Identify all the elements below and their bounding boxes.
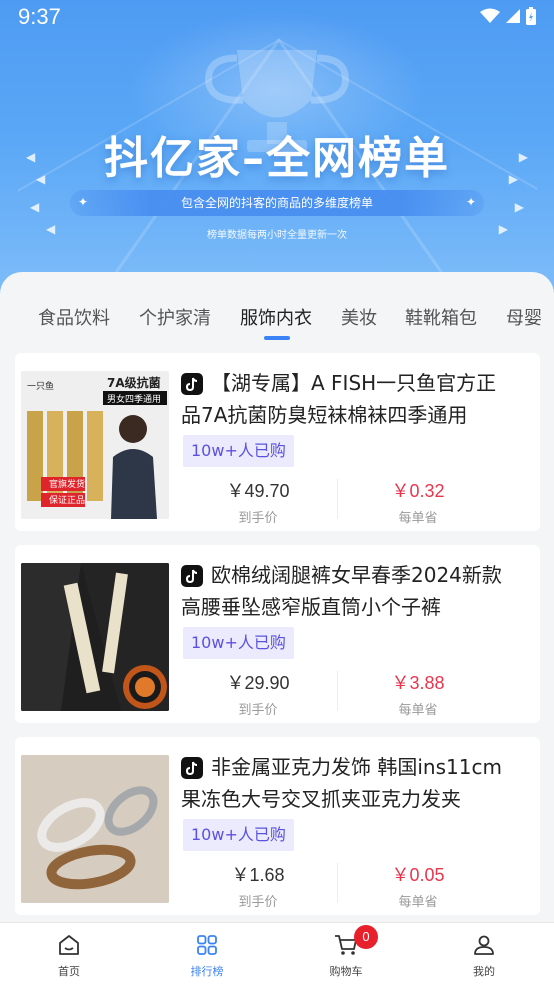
final-price: ￥1.68 到手价 bbox=[178, 861, 338, 910]
thumb-headline: 7A级抗菌 bbox=[107, 375, 161, 390]
final-price-value: ￥1.68 bbox=[231, 865, 285, 885]
tab-maternal-baby[interactable]: 母婴 bbox=[506, 304, 542, 330]
active-tab-indicator bbox=[264, 336, 290, 340]
banner-subtitle: 包含全网的抖客的商品的多维度榜单 bbox=[70, 190, 484, 216]
thumb-subline: 男女四季通用 bbox=[107, 393, 161, 405]
nav-home[interactable]: 首页 bbox=[29, 931, 109, 979]
final-price: ￥29.90 到手价 bbox=[178, 669, 338, 718]
nav-ranking-label: 排行榜 bbox=[190, 965, 224, 978]
product-title: 【湖专属】A FISH一只鱼官方正品7A抗菌防臭短袜棉袜四季通用 bbox=[181, 371, 497, 427]
status-bar: 9:37 bbox=[0, 0, 554, 36]
signal-icon bbox=[506, 9, 520, 23]
thumb-logo: 一只鱼 bbox=[27, 380, 54, 392]
wifi-icon bbox=[480, 8, 500, 23]
save-price-label: 每单省 bbox=[398, 511, 438, 526]
sparkle-icon: ✦ bbox=[78, 195, 89, 209]
sales-badge: 10w+人已购 bbox=[183, 627, 294, 659]
nav-cart-label: 购物车 bbox=[329, 965, 363, 978]
tiktok-icon bbox=[181, 373, 203, 395]
product-card[interactable]: 非金属亚克力发饰 韩国ins11cm果冻色大号交叉抓夹亚克力发夹 10w+人已购… bbox=[15, 737, 540, 915]
tab-personal-care[interactable]: 个护家清 bbox=[139, 304, 211, 330]
nav-home-label: 首页 bbox=[58, 965, 80, 978]
final-price-value: ￥49.70 bbox=[226, 481, 290, 501]
deco-triangle-icon: ▶ bbox=[518, 150, 528, 164]
product-title-row: 【湖专属】A FISH一只鱼官方正品7A抗菌防臭短袜棉袜四季通用 bbox=[181, 367, 511, 431]
bottom-nav: 首页 排行榜 0 购物车 我的 bbox=[0, 922, 554, 984]
save-price: ￥3.88 每单省 bbox=[338, 669, 498, 718]
status-icons bbox=[480, 7, 536, 25]
grid-icon bbox=[197, 935, 217, 955]
thumb-badge-2: 保证正品 bbox=[49, 494, 85, 506]
tab-food-drinks[interactable]: 食品饮料 bbox=[38, 304, 110, 330]
product-title: 欧棉绒阔腿裤女早春季2024新款高腰垂坠感窄版直筒小个子裤 bbox=[181, 563, 502, 619]
save-price-value: ￥0.05 bbox=[391, 865, 445, 885]
content-panel: 食品饮料 个护家清 服饰内衣 美妆 鞋靴箱包 母婴 官旗发货 保证正品 7A级抗… bbox=[0, 272, 554, 922]
tab-apparel[interactable]: 服饰内衣 bbox=[240, 304, 312, 330]
product-title: 非金属亚克力发饰 韩国ins11cm果冻色大号交叉抓夹亚克力发夹 bbox=[181, 755, 502, 811]
product-card[interactable]: 欧棉绒阔腿裤女早春季2024新款高腰垂坠感窄版直筒小个子裤 10w+人已购 ￥2… bbox=[15, 545, 540, 723]
header-banner: 9:37 抖亿家–全网榜单 ◀ ◀ ◀ ◀ ▶ ▶ ▶ ▶ 包含全网的抖客的商品… bbox=[0, 0, 554, 300]
save-price: ￥0.05 每单省 bbox=[338, 861, 498, 910]
banner-update-note: 榜单数据每两小时全量更新一次 bbox=[207, 230, 347, 241]
user-icon bbox=[474, 935, 494, 955]
sales-badge: 10w+人已购 bbox=[183, 819, 294, 851]
category-tabs: 食品饮料 个护家清 服饰内衣 美妆 鞋靴箱包 母婴 bbox=[0, 272, 554, 352]
battery-icon bbox=[526, 7, 536, 25]
product-image-art: 官旗发货 保证正品 7A级抗菌 男女四季通用 一只鱼 bbox=[21, 371, 169, 519]
save-price-value: ￥3.88 bbox=[391, 673, 445, 693]
nav-cart[interactable]: 0 购物车 bbox=[306, 925, 386, 979]
product-image-art bbox=[21, 563, 169, 711]
save-price-value: ￥0.32 bbox=[391, 481, 445, 501]
product-image: 官旗发货 保证正品 7A级抗菌 男女四季通用 一只鱼 bbox=[21, 371, 169, 519]
deco-triangle-icon: ◀ bbox=[26, 150, 36, 164]
nav-profile-label: 我的 bbox=[473, 965, 495, 978]
deco-triangle-icon: ◀ bbox=[30, 200, 40, 214]
save-price-label: 每单省 bbox=[398, 895, 438, 910]
nav-ranking[interactable]: 排行榜 bbox=[167, 931, 247, 979]
final-price-value: ￥29.90 bbox=[226, 673, 290, 693]
banner-title: 抖亿家–全网榜单 bbox=[104, 133, 450, 184]
product-image bbox=[21, 563, 169, 711]
sales-badge: 10w+人已购 bbox=[183, 435, 294, 467]
sparkle-icon: ✦ bbox=[465, 195, 476, 209]
final-price-label: 到手价 bbox=[238, 511, 278, 526]
final-price: ￥49.70 到手价 bbox=[178, 477, 338, 526]
final-price-label: 到手价 bbox=[238, 703, 278, 718]
product-title-row: 欧棉绒阔腿裤女早春季2024新款高腰垂坠感窄版直筒小个子裤 bbox=[181, 559, 511, 623]
status-time: 9:37 bbox=[18, 4, 61, 29]
tiktok-icon bbox=[181, 757, 203, 779]
save-price: ￥0.32 每单省 bbox=[338, 477, 498, 526]
cart-count-badge: 0 bbox=[354, 925, 378, 949]
product-card[interactable]: 官旗发货 保证正品 7A级抗菌 男女四季通用 一只鱼 【湖专属】A FISH一只… bbox=[15, 353, 540, 531]
product-image-art bbox=[21, 755, 169, 903]
deco-triangle-icon: ▶ bbox=[514, 200, 524, 214]
deco-triangle-icon: ◀ bbox=[36, 172, 46, 186]
tab-beauty[interactable]: 美妆 bbox=[341, 304, 377, 330]
nav-profile[interactable]: 我的 bbox=[444, 931, 524, 979]
product-image bbox=[21, 755, 169, 903]
save-price-label: 每单省 bbox=[398, 703, 438, 718]
deco-triangle-icon: ▶ bbox=[508, 172, 518, 186]
tab-shoes-bags[interactable]: 鞋靴箱包 bbox=[405, 304, 477, 330]
home-icon bbox=[59, 935, 79, 955]
product-title-row: 非金属亚克力发饰 韩国ins11cm果冻色大号交叉抓夹亚克力发夹 bbox=[181, 751, 511, 815]
tiktok-icon bbox=[181, 565, 203, 587]
final-price-label: 到手价 bbox=[238, 895, 278, 910]
thumb-badge-1: 官旗发货 bbox=[49, 478, 85, 490]
